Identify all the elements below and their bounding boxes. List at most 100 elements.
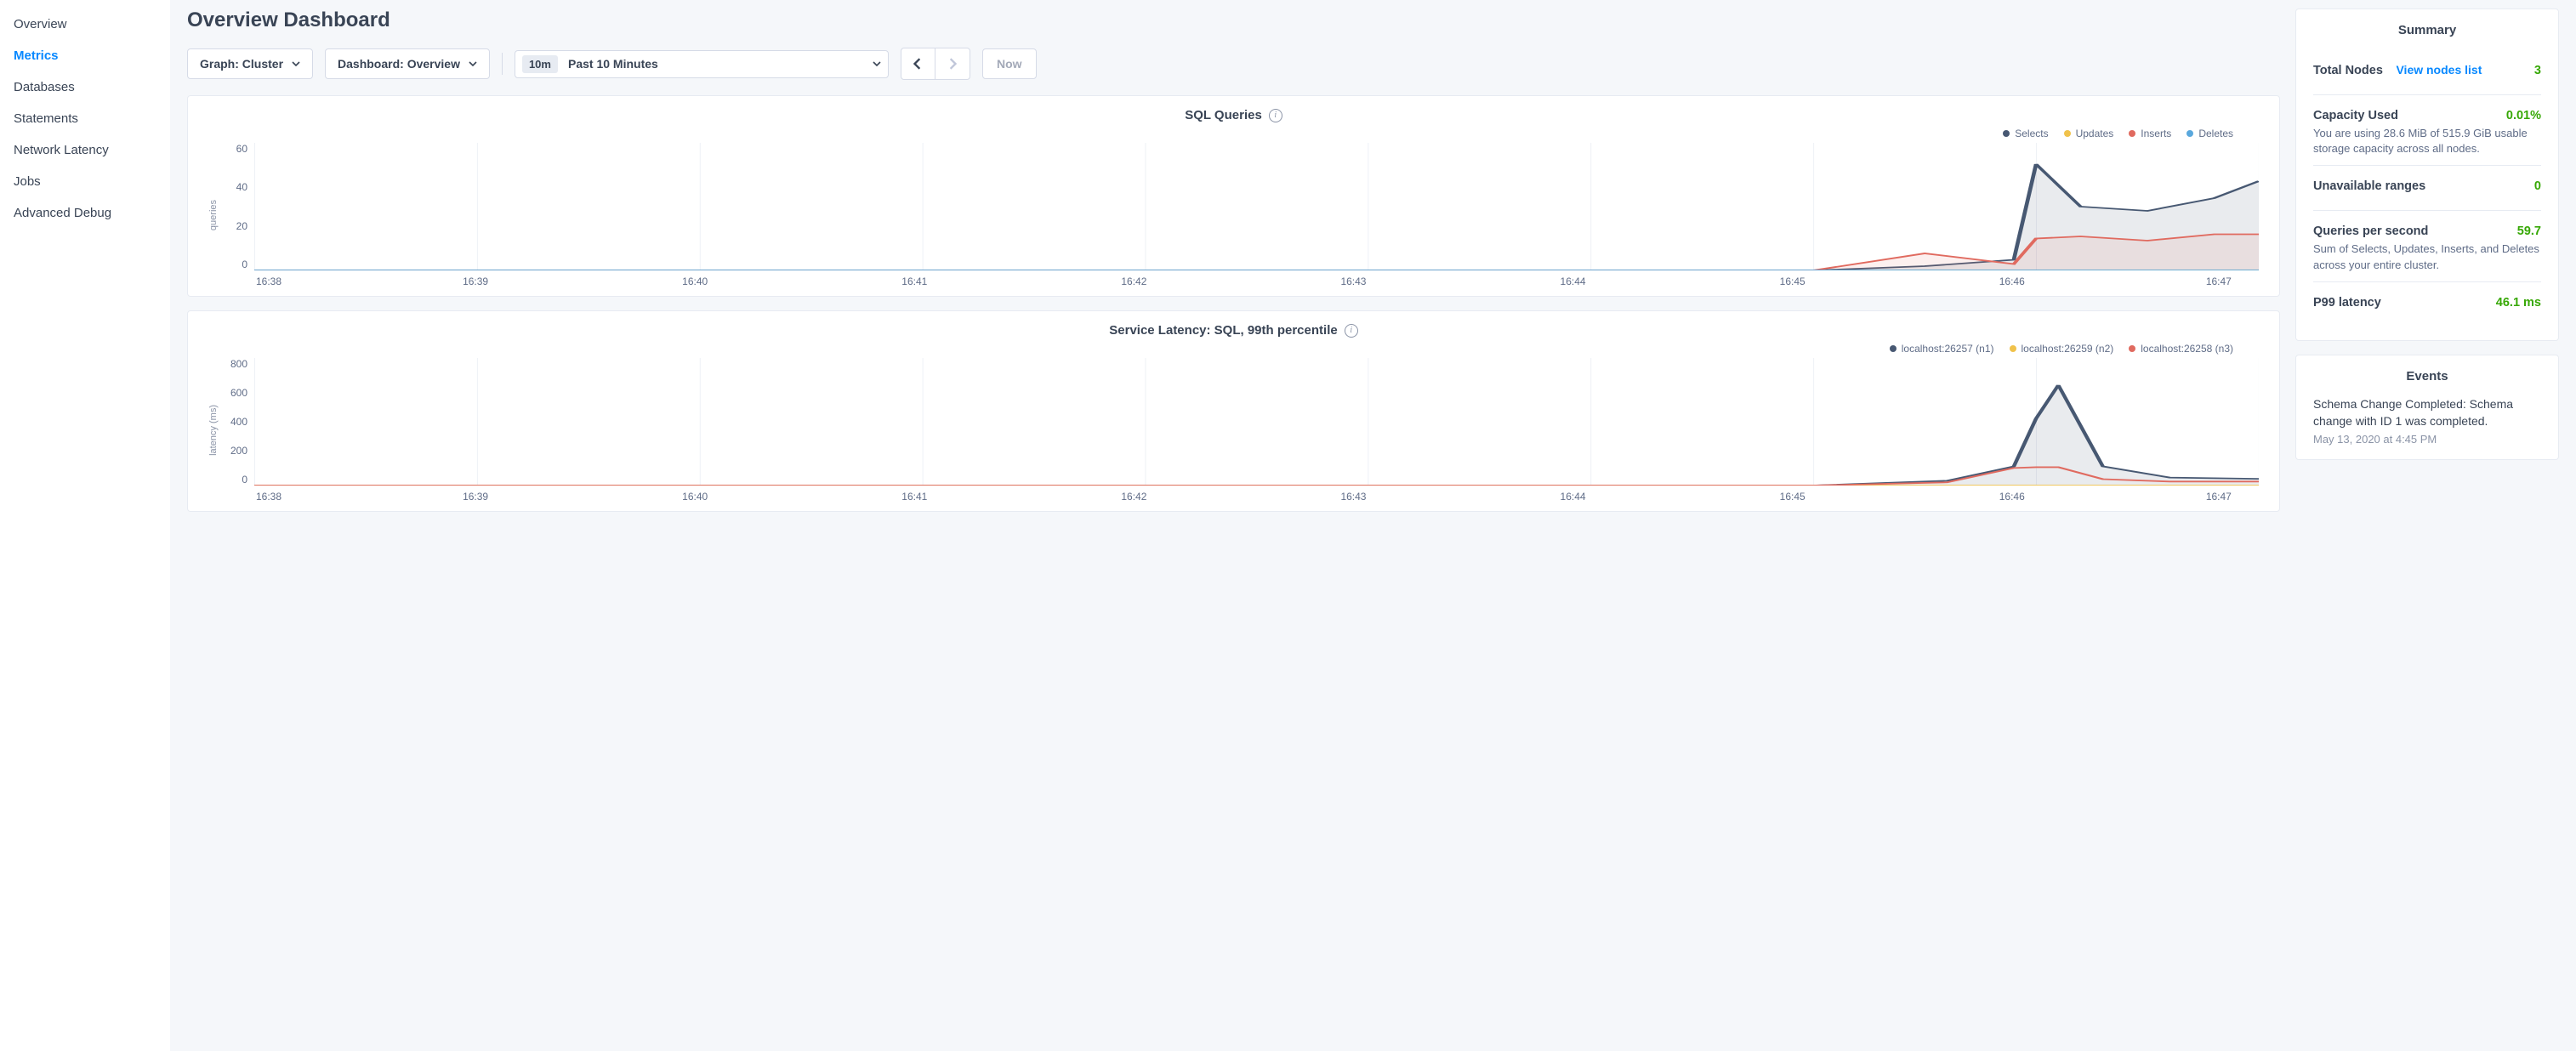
x-tick: 16:43 (1340, 491, 1366, 503)
x-tick: 16:47 (2206, 491, 2232, 503)
chart-plot-area (254, 358, 2259, 486)
x-tick: 16:44 (1561, 276, 1586, 287)
legend-dot-icon (2186, 130, 2193, 137)
toolbar: Graph: Cluster Dashboard: Overview 10m P… (187, 48, 2280, 80)
event-time: May 13, 2020 at 4:45 PM (2313, 433, 2541, 446)
summary-total-nodes-value: 3 (2534, 64, 2541, 77)
legend-dot-icon (2129, 130, 2135, 137)
sidebar-item-jobs[interactable]: Jobs (0, 166, 170, 197)
legend-item[interactable]: localhost:26257 (n1) (1890, 343, 1994, 355)
now-button[interactable]: Now (982, 48, 1037, 79)
chart-legend: localhost:26257 (n1) localhost:26259 (n2)… (208, 343, 2259, 355)
event-text: Schema Change Completed: Schema change w… (2313, 395, 2541, 430)
time-badge: 10m (522, 55, 558, 73)
x-tick: 16:40 (682, 276, 708, 287)
x-tick: 16:42 (1121, 276, 1146, 287)
y-axis-ticks: 800 600 400 200 0 (224, 358, 254, 486)
summary-title: Summary (2313, 23, 2541, 37)
x-tick: 16:41 (901, 491, 927, 503)
legend-dot-icon (1890, 345, 1896, 352)
y-tick: 20 (224, 220, 247, 232)
x-tick: 16:45 (1780, 276, 1805, 287)
x-tick: 16:42 (1121, 491, 1146, 503)
events-card: Events Schema Change Completed: Schema c… (2295, 355, 2559, 461)
legend-dot-icon (2064, 130, 2071, 137)
chevron-right-icon (947, 58, 958, 70)
y-tick: 0 (224, 258, 247, 270)
chart-title: Service Latency: SQL, 99th percentile (1109, 323, 1337, 338)
page-title: Overview Dashboard (187, 9, 2280, 32)
x-tick: 16:41 (901, 276, 927, 287)
summary-total-nodes-label: Total Nodes (2313, 64, 2383, 77)
legend-label: localhost:26258 (n3) (2141, 343, 2233, 355)
summary-unavailable-value: 0 (2534, 179, 2541, 193)
sidebar-item-statements[interactable]: Statements (0, 103, 170, 134)
time-range-picker[interactable]: 10m Past 10 Minutes (515, 50, 889, 78)
x-tick: 16:47 (2206, 276, 2232, 287)
sidebar: Overview Metrics Databases Statements Ne… (0, 0, 170, 1051)
legend-item[interactable]: localhost:26258 (n3) (2129, 343, 2233, 355)
x-tick: 16:40 (682, 491, 708, 503)
legend-label: localhost:26257 (n1) (1902, 343, 1994, 355)
y-tick: 800 (224, 358, 247, 370)
y-tick: 600 (224, 387, 247, 399)
summary-capacity-desc: You are using 28.6 MiB of 515.9 GiB usab… (2313, 126, 2541, 156)
prev-time-button[interactable] (901, 48, 935, 79)
sidebar-item-databases[interactable]: Databases (0, 71, 170, 103)
x-tick: 16:39 (463, 491, 488, 503)
legend-label: Selects (2015, 128, 2048, 139)
sidebar-item-advanced-debug[interactable]: Advanced Debug (0, 197, 170, 229)
y-tick: 400 (224, 416, 247, 428)
sidebar-item-overview[interactable]: Overview (0, 9, 170, 40)
x-tick: 16:46 (1999, 276, 2025, 287)
summary-p99-label: P99 latency (2313, 296, 2381, 310)
summary-qps-label: Queries per second (2313, 224, 2428, 238)
x-tick: 16:39 (463, 276, 488, 287)
legend-item[interactable]: Inserts (2129, 128, 2171, 139)
summary-p99-value: 46.1 ms (2496, 296, 2541, 310)
legend-item[interactable]: localhost:26259 (n2) (2010, 343, 2114, 355)
legend-dot-icon (2010, 345, 2016, 352)
y-tick: 60 (224, 143, 247, 155)
y-axis-label: queries (208, 200, 219, 230)
x-axis-ticks: 16:3816:3916:4016:4116:4216:4316:4416:45… (254, 276, 2259, 287)
summary-unavailable-label: Unavailable ranges (2313, 179, 2425, 193)
legend-item[interactable]: Selects (2003, 128, 2048, 139)
chart-title: SQL Queries (1185, 108, 1262, 122)
legend-label: localhost:26259 (n2) (2022, 343, 2114, 355)
time-nav-buttons (901, 48, 970, 80)
legend-item[interactable]: Updates (2064, 128, 2114, 139)
legend-dot-icon (2003, 130, 2010, 137)
next-time-button[interactable] (935, 48, 970, 79)
legend-dot-icon (2129, 345, 2135, 352)
summary-capacity-value: 0.01% (2506, 109, 2541, 122)
y-axis-ticks: 60 40 20 0 (224, 143, 254, 270)
legend-label: Updates (2076, 128, 2114, 139)
events-title: Events (2313, 369, 2541, 383)
x-tick: 16:43 (1340, 276, 1366, 287)
x-axis-ticks: 16:3816:3916:4016:4116:4216:4316:4416:45… (254, 491, 2259, 503)
chevron-left-icon (913, 58, 923, 70)
sidebar-item-network-latency[interactable]: Network Latency (0, 134, 170, 166)
view-nodes-link[interactable]: View nodes list (2396, 63, 2482, 77)
info-icon[interactable]: i (1269, 109, 1282, 122)
y-tick: 200 (224, 445, 247, 457)
summary-capacity-label: Capacity Used (2313, 109, 2398, 122)
y-tick: 40 (224, 181, 247, 193)
legend-item[interactable]: Deletes (2186, 128, 2233, 139)
graph-dropdown[interactable]: Graph: Cluster (187, 48, 313, 79)
x-tick: 16:46 (1999, 491, 2025, 503)
info-icon[interactable]: i (1345, 324, 1358, 338)
chart-sql-queries: SQL Queries i Selects Updates Inserts Delet… (187, 95, 2280, 297)
dashboard-dropdown[interactable]: Dashboard: Overview (325, 48, 490, 79)
summary-qps-desc: Sum of Selects, Updates, Inserts, and De… (2313, 241, 2541, 272)
time-range-label: Past 10 Minutes (568, 57, 862, 71)
y-tick: 0 (224, 474, 247, 486)
chart-service-latency: Service Latency: SQL, 99th percentile i … (187, 310, 2280, 512)
chevron-down-icon (292, 61, 300, 66)
graph-dropdown-label: Graph: Cluster (200, 57, 283, 71)
toolbar-divider (502, 53, 503, 75)
sidebar-item-metrics[interactable]: Metrics (0, 40, 170, 71)
y-axis-label: latency (ms) (208, 405, 219, 456)
chevron-down-icon (873, 61, 881, 66)
